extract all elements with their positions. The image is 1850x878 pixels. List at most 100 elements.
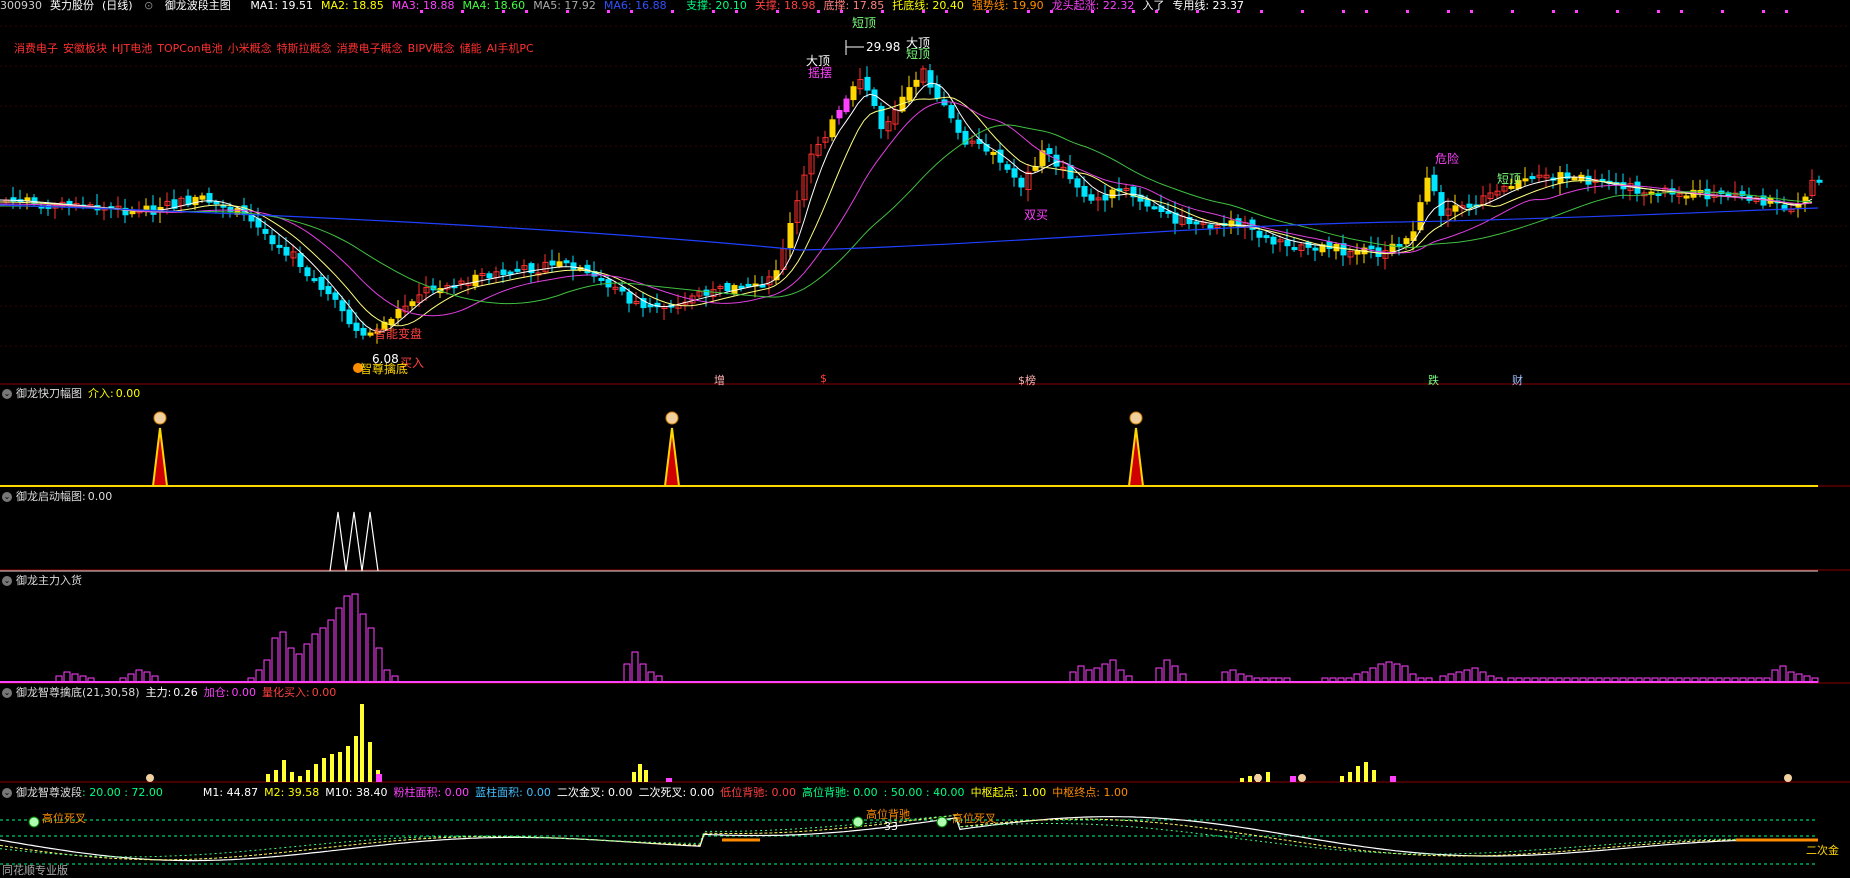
event-marker-zeng[interactable]: 增 [714,372,725,388]
qindi-bar [338,752,342,782]
candle-body [353,322,360,331]
chevron-down-icon[interactable]: ⌄ [2,688,12,698]
money-bag-icon [665,411,679,425]
ma4-line [0,124,1812,305]
candle-body [1004,164,1011,170]
candle-body [997,149,1004,163]
candle-body [1816,179,1823,183]
zhuli-bar [327,619,335,683]
boduan-value-3: M10: 38.40 [325,786,388,799]
candle-body [486,273,493,279]
candle-body [864,76,871,91]
candle-body [1081,185,1088,197]
candle-body [1088,194,1095,201]
zhuli-bar [1779,665,1787,683]
qindi-bar [314,764,318,782]
event-marker-dollar[interactable]: $ [820,372,827,385]
chevron-down-icon[interactable]: ⌄ [2,788,12,798]
candle-body [346,309,353,325]
zhuli-bar [1393,663,1401,683]
money-bag-icon [1129,411,1143,425]
qidong-signal [329,511,379,572]
boduan-value-8: 低位背驰: 0.00 [720,786,796,799]
zhuli-bar [1795,673,1803,683]
zhuli-bar [1221,671,1229,683]
zhuli-bar [1117,669,1125,683]
candle-body [843,98,850,113]
zhuli-bar [623,663,631,683]
candle-body [598,277,605,281]
ma3-line [0,101,1813,317]
zhuli-bar [127,673,135,683]
event-marker-die[interactable]: 跌 [1428,372,1439,388]
annotation-erci-jin: 二次金 [1806,844,1839,857]
candle-body [990,151,997,155]
marker-dot [881,10,884,13]
candle-body [549,260,556,266]
zhuli-bar [63,671,71,683]
candle-body [388,318,395,325]
panel-qidong-title[interactable]: ⌄ 御龙启动幅图: 0.00 [0,490,118,504]
money-bag-icon [1254,774,1262,782]
qindi-bar [632,772,636,782]
qindi-bar-pink [666,778,672,782]
candle-body [1522,178,1529,182]
marker-dot [1762,10,1765,13]
candle-body [1018,177,1025,188]
candle-body [563,260,570,264]
marker-dot [1237,10,1240,13]
candle-body [1256,230,1263,238]
marker-dot [817,10,820,13]
zhuli-bar [1085,669,1093,683]
panel-boduan-title[interactable]: ⌄ 御龙智尊波段: 20.00 : 72.00 M1: 44.87 M2: 39.58… [0,786,1140,800]
chevron-down-icon[interactable]: ⌄ [2,389,12,399]
qindi-bar [306,770,310,782]
qindi-bar [354,736,358,782]
zhuli-bar [1409,673,1417,683]
panel-qindi-title[interactable]: ⌄ 御龙智尊擒底(21,30,58) 主力: 0.26 加仓: 0.00 量化买入: 0.00 [0,686,342,700]
candle-body [1571,177,1578,181]
boduan-value-6: 二次金叉: 0.00 [556,786,633,799]
event-marker-bang[interactable]: $榜 [1018,372,1036,388]
marker-dot [1155,10,1158,13]
candle-body [1354,250,1361,255]
candle-body [332,292,339,300]
zhuli-bar [631,651,639,683]
candle-body [1424,177,1431,202]
marker-dot [461,10,464,13]
candle-body [24,197,31,202]
m1-line [0,815,1817,862]
marker-dot [1616,10,1619,13]
panel-zhuli-title[interactable]: ⌄ 御龙主力入货 [0,574,88,588]
zhuli-bar [143,671,151,683]
chevron-down-icon[interactable]: ⌄ [2,576,12,586]
panel-kuaidao-title[interactable]: ⌄ 御龙快刀幅图 介入: 0.00 [0,387,146,401]
chart-canvas[interactable] [0,0,1850,874]
candle-body [556,261,563,267]
candle-body [1431,174,1438,192]
marker-dot [1785,10,1788,13]
candle-body [948,105,955,119]
qindi-bar [346,746,350,782]
candle-body [66,200,73,205]
candle-body [934,84,941,99]
zhuli-bar [1109,659,1117,683]
marker-dot [735,10,738,13]
candle-body [787,222,794,249]
zhuli-bar [1179,673,1187,683]
marker-dot [1027,10,1030,13]
signal-dot-icon [852,816,864,828]
zhuli-bar [1479,671,1487,683]
ma2-line [0,96,1813,327]
candle-body [339,300,346,312]
annotation-shuangmai: 双买 [1024,208,1049,222]
candle-body [325,286,332,295]
annotation-price-high: 29.98 [866,40,901,54]
marker-dot [1406,10,1409,13]
boduan-value-12: 中枢终点: 1.00 [1052,786,1128,799]
candle-body [507,271,514,275]
marker-dot [420,10,423,13]
event-marker-cai[interactable]: 财 [1512,372,1523,388]
zhuli-bar [1471,667,1479,683]
chevron-down-icon[interactable]: ⌄ [2,492,12,502]
